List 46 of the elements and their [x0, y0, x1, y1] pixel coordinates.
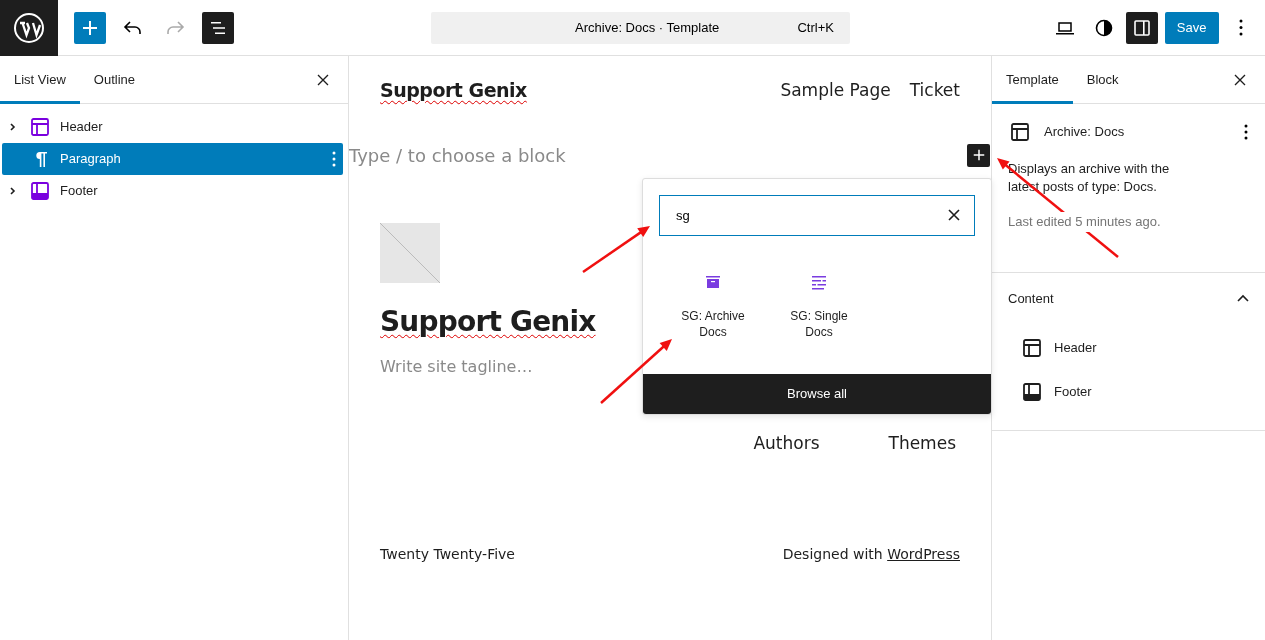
- nav-link[interactable]: Sample Page: [780, 77, 891, 103]
- header-block-icon: [1020, 336, 1044, 360]
- footer-block-icon: [1020, 380, 1044, 404]
- panel-tab[interactable]: Template: [992, 55, 1073, 104]
- footer-text: Twenty Twenty-Five: [380, 545, 515, 564]
- footer-link[interactable]: WordPress: [887, 546, 960, 562]
- block-result[interactable]: SG: Single Docs: [766, 270, 872, 341]
- save-button[interactable]: Save: [1164, 11, 1219, 44]
- last-edited-text: Last edited 5 minutes ago.: [1008, 212, 1161, 232]
- browse-all-button[interactable]: Browse all: [643, 374, 991, 414]
- tagline-placeholder[interactable]: Write site tagline…: [380, 356, 533, 376]
- site-title[interactable]: Support Genix: [380, 76, 527, 105]
- chevron-right-icon[interactable]: [8, 185, 18, 196]
- annotation-arrow: [582, 226, 650, 274]
- list-view-item[interactable]: Paragraph: [2, 142, 343, 175]
- annotation-arrow: [600, 339, 672, 404]
- panel-tab[interactable]: Block: [1072, 55, 1133, 104]
- content-item[interactable]: Header: [1020, 326, 1249, 370]
- nav-link[interactable]: Authors: [753, 430, 820, 456]
- more-options-icon: [1239, 19, 1243, 36]
- footer-credit: Designed with WordPress: [782, 545, 960, 564]
- panel-tab[interactable]: Outline: [79, 55, 149, 104]
- add-block-button[interactable]: [967, 143, 990, 167]
- template-icon: [1008, 120, 1032, 144]
- search-field[interactable]: sg: [659, 195, 975, 236]
- chevron-right-icon[interactable]: [8, 121, 18, 132]
- image-placeholder: [380, 222, 440, 283]
- list-view-item[interactable]: Footer: [2, 174, 343, 207]
- list-view-item[interactable]: Header: [2, 110, 343, 143]
- nav-link[interactable]: Themes: [888, 430, 956, 456]
- template-name: Archive: Docs: [1044, 123, 1125, 142]
- site-title[interactable]: Support Genix: [380, 304, 596, 338]
- list-lines-button[interactable]: [201, 11, 234, 44]
- command-bar[interactable]: Archive: Docs · Template Ctrl+K: [430, 11, 850, 44]
- panel-tab[interactable]: List View: [0, 55, 80, 104]
- nav-link[interactable]: Ticket: [909, 77, 960, 103]
- close-icon[interactable]: [947, 208, 961, 222]
- more-options-icon[interactable]: [1243, 123, 1249, 141]
- chevron-up-icon[interactable]: [1237, 294, 1249, 303]
- section-title[interactable]: Content: [1008, 288, 1054, 308]
- plus-button[interactable]: [74, 11, 106, 44]
- content-item[interactable]: Footer: [1020, 370, 1249, 414]
- block-placeholder[interactable]: Type / to choose a block: [349, 141, 566, 169]
- block-result[interactable]: SG: Archive Docs: [660, 270, 766, 341]
- sidebar-button[interactable]: [1126, 11, 1159, 44]
- wordpress-logo[interactable]: [13, 11, 45, 44]
